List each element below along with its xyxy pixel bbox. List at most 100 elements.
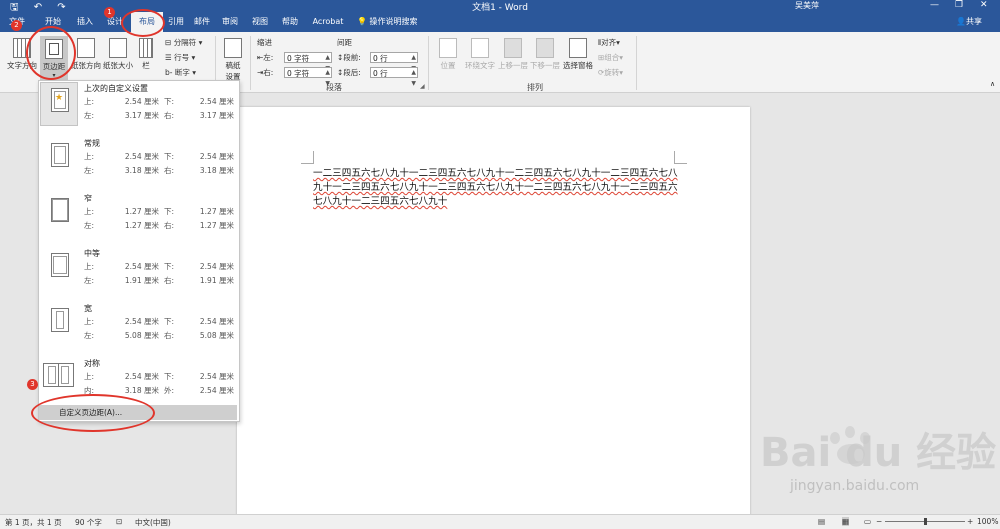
- margin-option-normal[interactable]: 常规 上: 2.54 厘米 下: 2.54 厘米 左: 3.18 厘米 右: 3…: [39, 136, 239, 192]
- web-layout-icon[interactable]: ▭: [864, 517, 871, 526]
- zoom-in-icon[interactable]: +: [967, 517, 973, 526]
- indent-right-input[interactable]: 0 字符 ▲ ▼: [284, 67, 332, 87]
- margin-thumbnail: [41, 303, 77, 345]
- baidu-watermark-logo: Bai du 经验: [760, 430, 997, 476]
- tab-mailings[interactable]: 邮件: [188, 12, 216, 32]
- tell-me-search[interactable]: 💡 操作说明搜索: [357, 12, 418, 32]
- zoom-level[interactable]: 100%: [977, 517, 998, 526]
- top-value: 2.54 厘米: [124, 97, 159, 106]
- margin-thumbnail: ★: [40, 82, 78, 126]
- bottom-value: 2.54 厘米: [199, 317, 234, 326]
- group-separator: [428, 36, 429, 90]
- read-mode-icon[interactable]: ▤: [818, 517, 825, 526]
- zoom-out-icon[interactable]: −: [876, 517, 882, 526]
- share-button[interactable]: 👤共享: [956, 12, 982, 32]
- minimize-button[interactable]: —: [930, 0, 939, 10]
- document-paragraph[interactable]: 一二三四五六七八九十一二三四五六七八九十一二三四五六七八九十一二三四五六七八九十…: [313, 168, 678, 207]
- arrange-group-label: 排列: [527, 83, 543, 92]
- outside-value: 2.54 厘米: [199, 386, 234, 395]
- paragraph-dialog-launcher-icon[interactable]: ◢: [420, 83, 425, 90]
- annotation-badge-3: 3: [27, 379, 38, 390]
- tab-help[interactable]: 帮助: [276, 12, 304, 32]
- selection-pane-label: 选择窗格: [563, 61, 593, 70]
- tab-insert[interactable]: 插入: [70, 12, 100, 32]
- top-label: 上:: [84, 372, 95, 381]
- position-icon: [439, 38, 457, 58]
- rotate-button[interactable]: ⟳旋转▾: [598, 67, 623, 78]
- size-label: 纸张大小: [103, 61, 133, 70]
- print-layout-icon[interactable]: ▦: [842, 517, 850, 526]
- size-button[interactable]: 纸张大小: [102, 38, 134, 71]
- tab-review[interactable]: 审阅: [216, 12, 244, 32]
- send-backward-icon: [536, 38, 554, 58]
- spacing-before-input[interactable]: 0 行▲▼: [370, 52, 418, 72]
- spacing-label: 间距: [337, 38, 352, 47]
- top-label: 上:: [84, 152, 95, 161]
- right-label: 右:: [164, 111, 175, 120]
- left-label: 左:: [84, 166, 95, 175]
- margin-corner-mark: [674, 151, 687, 164]
- line-numbers-icon: ☰: [165, 53, 172, 62]
- left-label: 左:: [84, 331, 95, 340]
- selection-pane-button[interactable]: 选择窗格: [561, 38, 595, 71]
- margin-corner-mark: [301, 151, 314, 164]
- margin-option-moderate[interactable]: 中等 上: 2.54 厘米 下: 2.54 厘米 左: 1.91 厘米 右: 1…: [39, 246, 239, 302]
- top-value: 2.54 厘米: [124, 317, 159, 326]
- indent-left-input[interactable]: 0 字符▲▼: [284, 52, 332, 72]
- line-numbers-button[interactable]: ☰ 行号 ▾: [165, 52, 195, 63]
- language-indicator[interactable]: 中文(中国): [135, 517, 171, 528]
- tab-references[interactable]: 引用: [162, 12, 190, 32]
- spacing-before-value: 0 行: [373, 54, 388, 63]
- tell-me-label: 操作说明搜索: [369, 17, 418, 26]
- tab-view[interactable]: 视图: [246, 12, 274, 32]
- spacing-after-input[interactable]: 0 行 ▲ ▼: [370, 67, 418, 87]
- right-value: 1.91 厘米: [199, 276, 234, 285]
- zoom-slider-thumb[interactable]: [924, 518, 927, 525]
- page-count[interactable]: 第 1 页，共 1 页: [5, 517, 62, 528]
- close-button[interactable]: ✕: [980, 0, 988, 10]
- word-count[interactable]: 90 个字: [75, 517, 102, 528]
- align-button[interactable]: ⫴对齐▾: [598, 37, 620, 48]
- margin-option-narrow[interactable]: 窄 上: 1.27 厘米 下: 1.27 厘米 左: 1.27 厘米 右: 1.…: [39, 191, 239, 247]
- margins-dropdown-menu: ★ 上次的自定义设置 上: 2.54 厘米 下: 2.54 厘米 左: 3.17…: [38, 80, 240, 422]
- indent-label: 缩进: [257, 38, 272, 47]
- wrap-text-button[interactable]: 环绕文字: [462, 38, 498, 71]
- spacing-before-label: ↕段前:: [337, 53, 361, 62]
- tab-acrobat[interactable]: Acrobat: [306, 12, 350, 32]
- send-backward-button[interactable]: 下移一层: [529, 38, 561, 71]
- margin-option-wide[interactable]: 宽 上: 2.54 厘米 下: 2.54 厘米 左: 5.08 厘米 右: 5.…: [39, 301, 239, 357]
- restore-button[interactable]: ❐: [955, 0, 963, 10]
- left-value: 3.17 厘米: [124, 111, 159, 120]
- draft-paper-button[interactable]: 稿纸 设置: [220, 38, 246, 82]
- top-label: 上:: [84, 262, 95, 271]
- columns-button[interactable]: 栏: [136, 38, 156, 71]
- collapse-ribbon-icon[interactable]: ∧: [990, 80, 995, 88]
- proofing-icon[interactable]: ⊡: [116, 517, 122, 526]
- group-objects-button[interactable]: ⊞组合▾: [598, 52, 623, 63]
- bottom-label: 下:: [164, 152, 175, 161]
- hyphenation-icon: b-: [165, 68, 173, 77]
- bring-forward-button[interactable]: 上移一层: [497, 38, 529, 71]
- breaks-button[interactable]: ⊟ 分隔符 ▾: [165, 37, 202, 48]
- top-label: 上:: [84, 317, 95, 326]
- hyphenation-button[interactable]: b- 断字 ▾: [165, 67, 196, 78]
- left-value: 1.27 厘米: [124, 221, 159, 230]
- bring-forward-icon: [504, 38, 522, 58]
- left-label: 左:: [84, 221, 95, 230]
- person-icon: 👤: [956, 17, 966, 26]
- spin-arrows-icon[interactable]: ▲▼: [411, 67, 416, 89]
- bring-forward-label: 上移一层: [498, 61, 528, 70]
- lightbulb-icon: 💡: [357, 17, 367, 26]
- paper-size-icon: [109, 38, 127, 58]
- send-backward-label: 下移一层: [530, 61, 560, 70]
- document-body-text[interactable]: 一二三四五六七八九十一二三四五六七八九十一二三四五六七八九十一二三四五六七八九十…: [313, 167, 683, 209]
- margin-option-last-custom[interactable]: ★ 上次的自定义设置 上: 2.54 厘米 下: 2.54 厘米 左: 3.17…: [39, 81, 239, 137]
- user-name[interactable]: 吴美萍: [795, 0, 819, 11]
- status-bar: 第 1 页，共 1 页 90 个字 ⊡ 中文(中国) ▤ ▦ ▭ − + 100…: [0, 514, 1000, 529]
- document-page[interactable]: 一二三四五六七八九十一二三四五六七八九十一二三四五六七八九十一二三四五六七八九十…: [237, 107, 750, 528]
- group-separator: [636, 36, 637, 90]
- right-value: 5.08 厘米: [199, 331, 234, 340]
- draft-paper-icon: [224, 38, 242, 58]
- margin-option-name: 上次的自定义设置: [84, 84, 148, 93]
- position-button[interactable]: 位置: [434, 38, 462, 71]
